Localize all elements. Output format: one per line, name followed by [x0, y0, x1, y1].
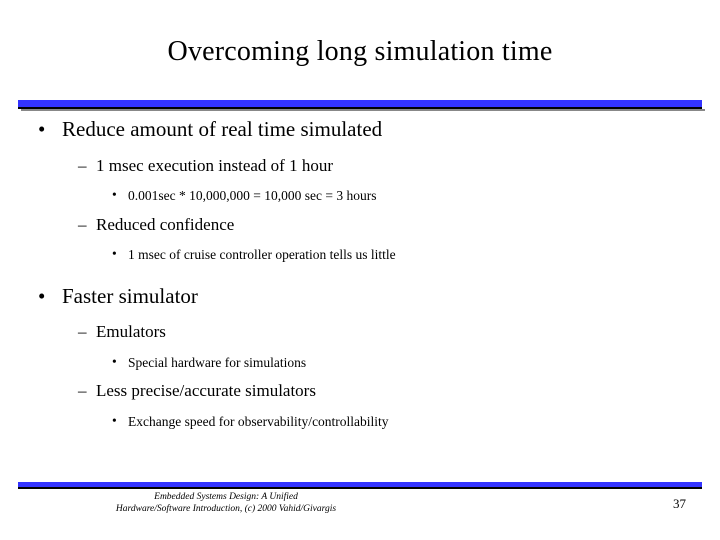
bullet-level3: • 0.001sec * 10,000,000 = 10,000 sec = 3… — [0, 187, 720, 204]
footer-line-1: Embedded Systems Design: A Unified — [154, 492, 298, 502]
bullet-text: Less precise/accurate simulators — [96, 381, 316, 401]
dash-marker-icon: – — [78, 381, 87, 401]
bullet-marker-icon: • — [38, 283, 46, 308]
page-number: 37 — [673, 496, 686, 511]
bullet-level3: • Special hardware for simulations — [0, 353, 720, 371]
bullet-text: Special hardware for simulations — [128, 354, 307, 370]
dash-marker-icon: – — [78, 214, 87, 234]
bullet-text: 1 msec execution instead of 1 hour — [96, 155, 333, 175]
slide: Overcoming long simulation time • Reduce… — [0, 0, 720, 540]
bullet-level2: – Reduced confidence — [0, 214, 720, 234]
title-divider — [18, 100, 705, 111]
bullet-text: Reduce amount of real time simulated — [62, 117, 383, 141]
dash-marker-icon: – — [78, 322, 87, 342]
dash-marker-icon: – — [78, 155, 87, 175]
bullet-level2: – Emulators — [0, 322, 720, 342]
bullet-text: Emulators — [96, 322, 166, 342]
bullet-level3: • 1 msec of cruise controller operation … — [0, 245, 720, 263]
bullet-text: 1 msec of cruise controller operation te… — [128, 246, 396, 262]
footer-divider-bar — [18, 482, 702, 489]
bullet-level2: – Less precise/accurate simulators — [0, 381, 720, 401]
bullet-level1: • Faster simulator — [0, 283, 720, 308]
bullet-text: Reduced confidence — [96, 214, 235, 234]
bullet-level3: • Exchange speed for observability/contr… — [0, 412, 720, 430]
footer-attribution: Embedded Systems Design: A Unified Hardw… — [16, 492, 436, 516]
bullet-text: Faster simulator — [62, 283, 198, 308]
footer-divider — [18, 482, 702, 489]
bullet-text: Exchange speed for observability/control… — [128, 413, 389, 429]
title-divider-shadow — [21, 109, 705, 111]
bullet-marker-icon: • — [112, 187, 117, 203]
bullet-marker-icon: • — [38, 117, 46, 141]
title-divider-bar — [18, 100, 702, 109]
page-title: Overcoming long simulation time — [167, 36, 553, 67]
footer-line-2: Hardware/Software Introduction, (c) 2000… — [115, 503, 337, 514]
bullet-marker-icon: • — [112, 353, 117, 369]
bullet-level2: – 1 msec execution instead of 1 hour — [0, 155, 720, 175]
bullet-marker-icon: • — [112, 412, 117, 428]
slide-body: • Reduce amount of real time simulated –… — [0, 118, 720, 429]
bullet-text: 0.001sec * 10,000,000 = 10,000 sec = 3 h… — [128, 188, 377, 204]
bullet-marker-icon: • — [112, 245, 117, 261]
bullet-level1: • Reduce amount of real time simulated — [0, 118, 720, 141]
